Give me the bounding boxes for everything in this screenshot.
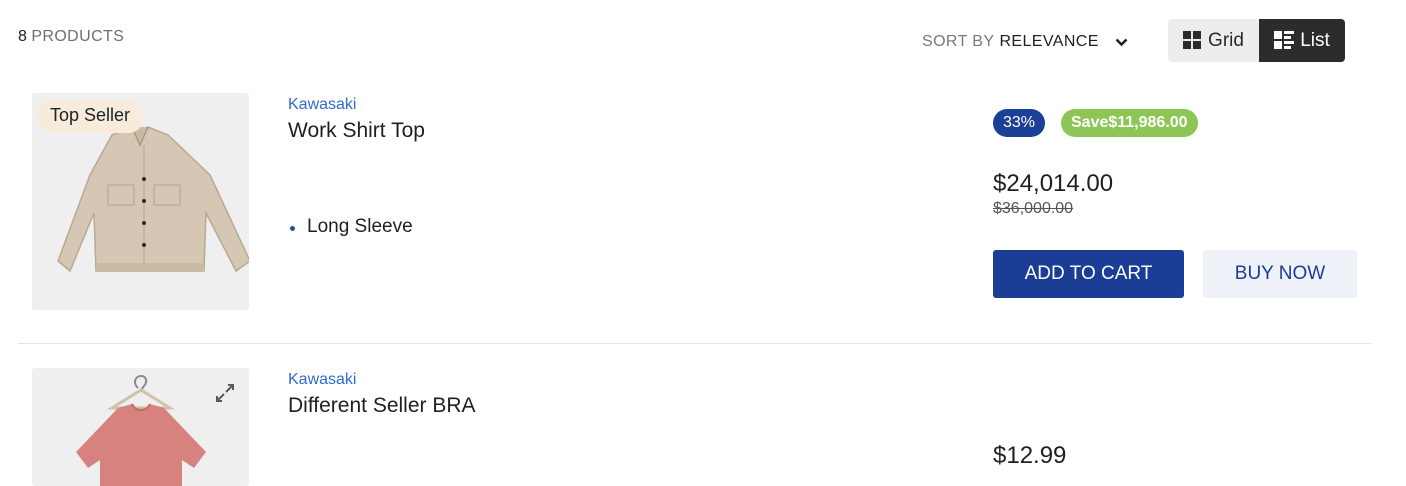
list-view-button[interactable]: List <box>1259 19 1345 62</box>
bullet-icon <box>290 225 295 231</box>
grid-view-label: Grid <box>1208 29 1244 51</box>
discount-percent-badge: 33% <box>993 109 1046 137</box>
add-to-cart-button[interactable]: ADD TO CART <box>993 250 1184 298</box>
product-brand-link[interactable]: Kawasaki <box>288 371 356 389</box>
product-count: 8 PRODUCTS <box>18 28 124 46</box>
list-view-label: List <box>1300 29 1330 51</box>
top-seller-badge: Top Seller <box>37 99 144 133</box>
feature-text: Long Sleeve <box>307 216 413 237</box>
chevron-down-icon <box>1115 38 1128 46</box>
buy-now-button[interactable]: BUY NOW <box>1203 250 1357 298</box>
grid-view-button[interactable]: Grid <box>1168 19 1259 62</box>
sort-label: SORT BY <box>922 33 995 50</box>
grid-icon <box>1183 31 1202 49</box>
savings-badge: Save$11,986.00 <box>1061 109 1198 137</box>
sort-dropdown[interactable]: SORT BY RELEVANCE <box>922 33 1128 51</box>
product-divider <box>18 343 1371 344</box>
view-toggle: Grid List <box>1168 19 1345 62</box>
product-title[interactable]: Different Seller BRA <box>288 394 476 418</box>
feature-list-item: Long Sleeve <box>290 216 413 238</box>
product-title[interactable]: Work Shirt Top <box>288 119 425 143</box>
product-count-number: 8 <box>18 28 28 45</box>
product-brand-link[interactable]: Kawasaki <box>288 96 356 114</box>
sort-value: RELEVANCE <box>999 33 1099 50</box>
sale-price: $24,014.00 <box>993 170 1114 197</box>
expand-icon[interactable] <box>214 382 236 409</box>
list-icon <box>1274 31 1295 49</box>
product-count-label: PRODUCTS <box>31 28 125 45</box>
price: $12.99 <box>993 442 1067 469</box>
original-price: $36,000.00 <box>993 200 1074 217</box>
